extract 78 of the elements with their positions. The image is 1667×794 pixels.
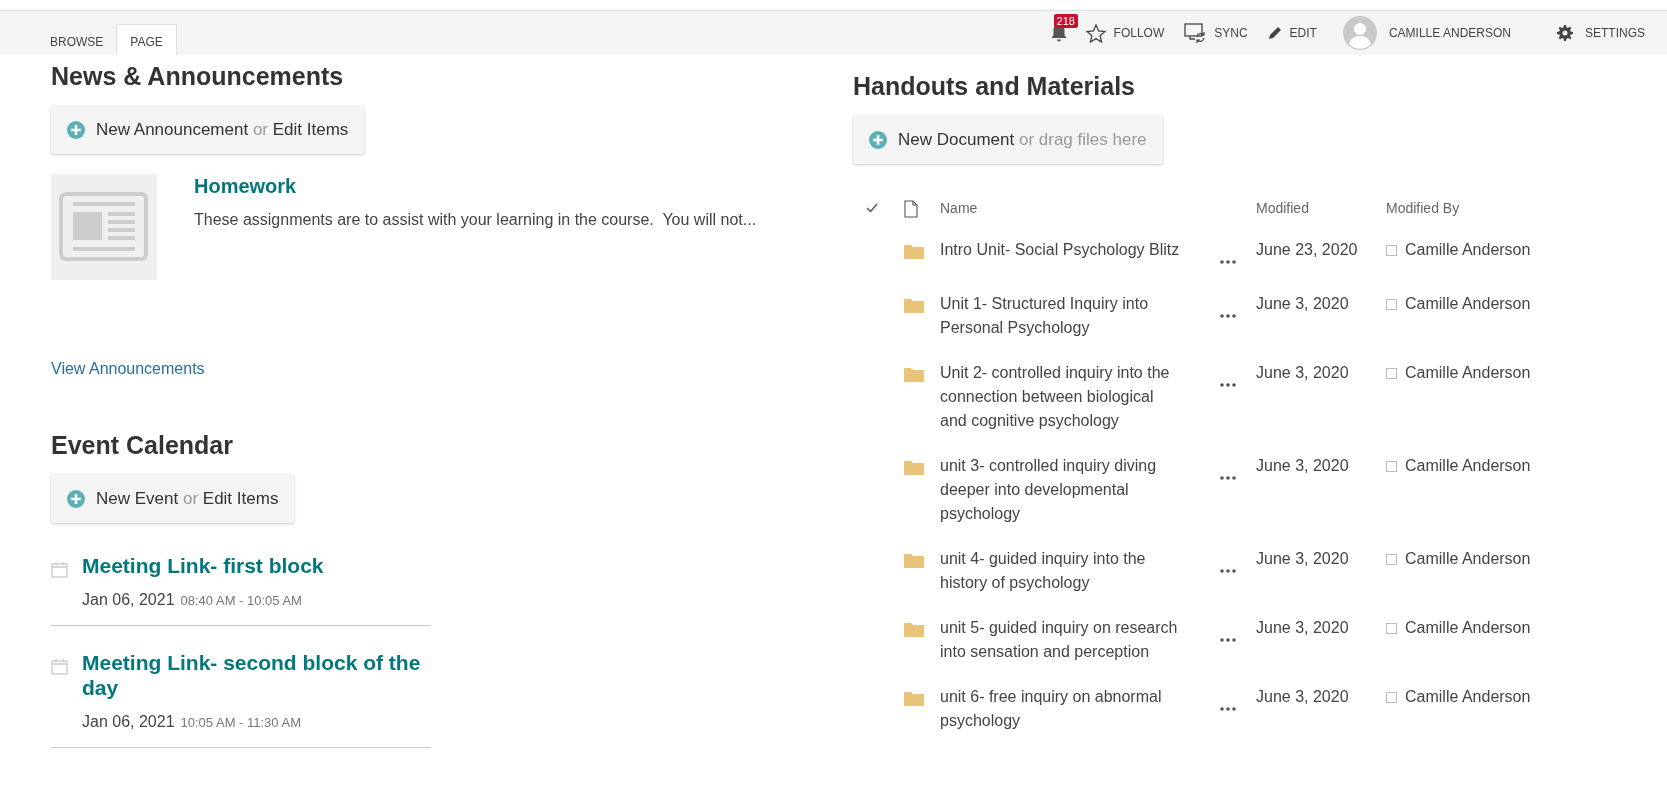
follow-button[interactable]: FOLLOW: [1085, 23, 1165, 43]
announcement-summary: These assignments are to assist with your learning in the course. You will not...: [194, 210, 758, 230]
folder-icon: [904, 552, 924, 568]
folder-icon: [904, 243, 924, 259]
more-icon[interactable]: [1220, 383, 1236, 387]
settings-icon: [1557, 25, 1573, 41]
section-heading: Handouts and Materials: [853, 71, 1136, 101]
modified-by: Camille Anderson: [1405, 363, 1531, 383]
folder-name[interactable]: Unit 2- controlled inquiry into the connection between biological and cognitive psychology: [940, 351, 1220, 444]
modified-date: June 3, 2020: [1256, 675, 1386, 744]
modified-by: Camille Anderson: [1405, 618, 1531, 638]
folder-name[interactable]: unit 5- guided inquiry on research into sensation and perception: [940, 606, 1220, 675]
calendar-icon: [51, 658, 68, 675]
pencil-icon: [1267, 26, 1282, 40]
presence-icon: [1386, 367, 1397, 379]
presence-icon: [1386, 691, 1397, 703]
add-icon: [67, 489, 85, 508]
new-item-button[interactable]: New Document or drag files here: [853, 115, 1163, 164]
user-name[interactable]: CAMILLE ANDERSON: [1388, 26, 1511, 40]
modified-by: Camille Anderson: [1405, 294, 1531, 314]
folder-name[interactable]: unit 4- guided inquiry into the history of psychology: [940, 537, 1220, 606]
column-header[interactable]: Name: [940, 188, 1220, 228]
calendar-icon: [51, 561, 68, 578]
folder-name[interactable]: Intro Unit- Social Psychology Blitz: [940, 228, 1220, 282]
presence-icon: [1386, 553, 1397, 565]
modified-date: June 3, 2020: [1256, 606, 1386, 675]
star-icon: [1085, 23, 1106, 43]
modified-date: June 3, 2020: [1256, 351, 1386, 444]
folder-icon: [904, 297, 924, 313]
modified-date: June 23, 2020: [1256, 228, 1386, 282]
notification-count-badge: 218: [1053, 14, 1078, 28]
section-heading: Event Calendar: [51, 430, 234, 460]
more-icon[interactable]: [1220, 638, 1236, 642]
edit-button[interactable]: EDIT: [1267, 26, 1317, 40]
add-icon: [67, 120, 85, 139]
event-date: Jan 06, 2021 08:40 AM - 10:05 AM: [82, 591, 303, 609]
ribbon-tab[interactable]: PAGE: [116, 24, 177, 55]
more-icon[interactable]: [1220, 314, 1236, 318]
event-title[interactable]: Meeting Link- first block: [82, 553, 422, 578]
news-thumbnail-icon: [51, 174, 157, 280]
presence-icon: [1386, 244, 1397, 256]
ribbon-tab[interactable]: BROWSE: [37, 25, 117, 55]
presence-icon: [1386, 622, 1397, 634]
more-icon[interactable]: [1220, 569, 1236, 573]
event-date: Jan 06, 2021 10:05 AM - 11:30 AM: [82, 713, 302, 731]
modified-by: Camille Anderson: [1405, 456, 1531, 476]
folder-icon: [904, 459, 924, 475]
more-icon[interactable]: [1220, 476, 1236, 480]
modified-date: June 3, 2020: [1256, 537, 1386, 606]
view-announcements-link[interactable]: View Announcements: [51, 360, 205, 378]
event-title[interactable]: Meeting Link- second block of the day: [82, 650, 422, 700]
folder-icon: [904, 690, 924, 706]
section-heading: News & Announcements: [51, 61, 345, 91]
new-item-button[interactable]: New Announcement or Edit Items: [51, 105, 365, 154]
folder-icon: [904, 621, 924, 637]
more-icon[interactable]: [1220, 260, 1236, 264]
column-header[interactable]: Modified: [1256, 188, 1386, 228]
presence-icon: [1386, 298, 1397, 310]
modified-date: June 3, 2020: [1256, 282, 1386, 351]
folder-name[interactable]: unit 6- free inquiry on abnormal psychology: [940, 675, 1220, 744]
new-item-button[interactable]: New Event or Edit Items: [51, 474, 295, 523]
presence-icon: [1386, 460, 1397, 472]
column-header[interactable]: Modified By: [1386, 188, 1586, 228]
sync-icon: [1184, 23, 1207, 43]
modified-date: June 3, 2020: [1256, 444, 1386, 537]
folder-icon: [904, 366, 924, 382]
modified-by: Camille Anderson: [1405, 240, 1531, 260]
modified-by: Camille Anderson: [1405, 687, 1531, 707]
add-icon: [869, 130, 887, 149]
announcement-title[interactable]: Homework: [194, 175, 794, 198]
modified-by: Camille Anderson: [1405, 549, 1531, 569]
check-icon[interactable]: [866, 203, 878, 213]
sync-button[interactable]: SYNC: [1184, 23, 1248, 43]
folder-name[interactable]: unit 3- controlled inquiry diving deeper into developmental psychology: [940, 444, 1220, 537]
document-icon: [904, 199, 918, 218]
settings-button[interactable]: SETTINGS: [1557, 25, 1645, 41]
folder-name[interactable]: Unit 1- Structured Inquiry into Personal Psychology: [940, 282, 1220, 351]
more-icon[interactable]: [1220, 707, 1236, 711]
